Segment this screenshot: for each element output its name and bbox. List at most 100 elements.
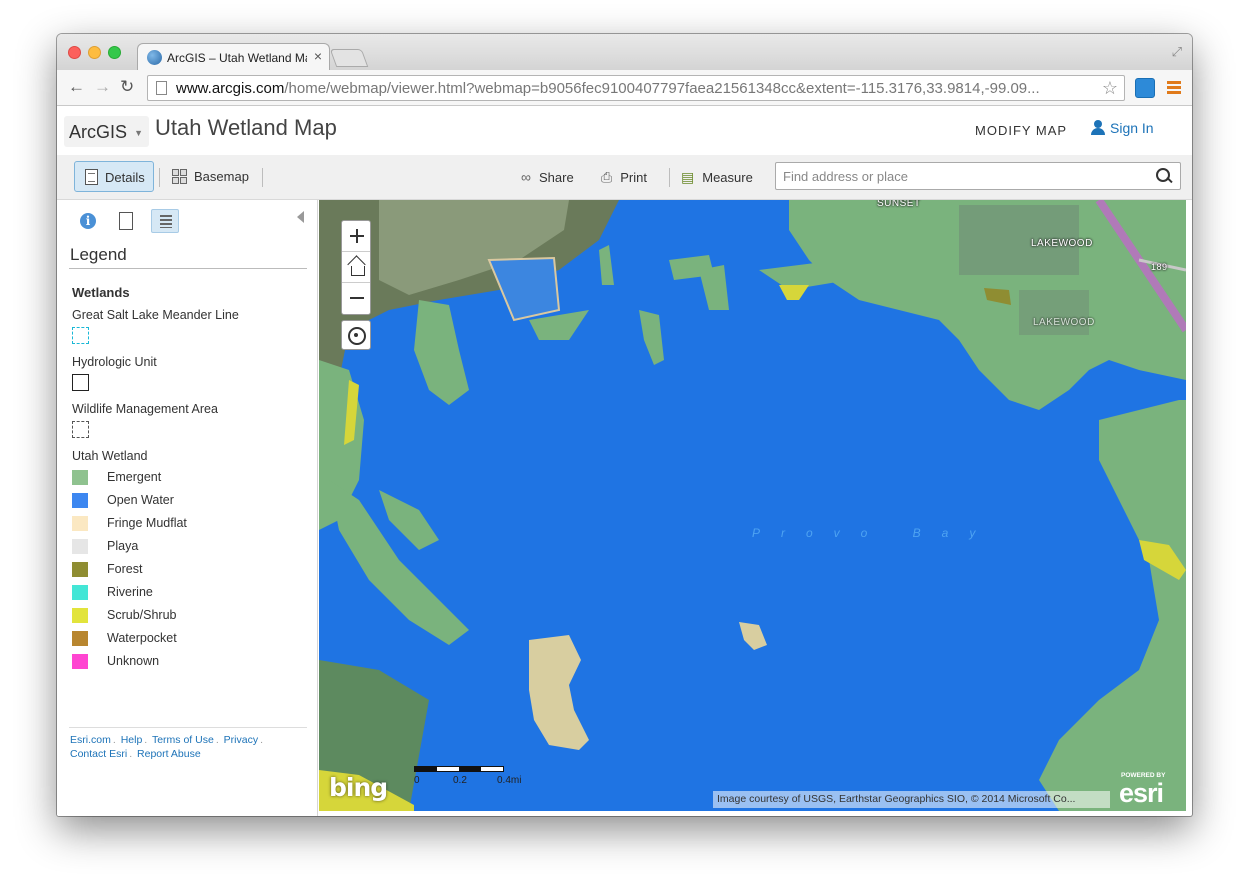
- esri-com-link[interactable]: Esri.com: [70, 734, 111, 746]
- globe-icon: [147, 50, 162, 65]
- privacy-link[interactable]: Privacy: [224, 734, 258, 746]
- zoom-window-button[interactable]: [108, 46, 121, 59]
- meander-label: Great Salt Lake Meander Line: [72, 308, 239, 322]
- divider: [69, 727, 307, 728]
- place-label-lakewood: LAKEWOOD: [1031, 238, 1093, 249]
- wma-symbol: [72, 421, 89, 438]
- unknown-label: Unknown: [107, 654, 160, 668]
- playa-label: Playa: [107, 539, 139, 553]
- footer-links-row-1: Esri.com. Help. Terms of Use. Privacy.: [70, 734, 264, 746]
- url-text: www.arcgis.com/home/webmap/viewer.html?w…: [176, 80, 1040, 97]
- bing-logo: bing: [329, 773, 388, 802]
- measure-button[interactable]: ▤ Measure: [681, 169, 753, 186]
- browser-window: ArcGIS – Utah Wetland Map × ⤢ ← → ↻ www.…: [57, 34, 1192, 816]
- about-tab-info-icon[interactable]: [73, 209, 101, 233]
- forest-swatch: [72, 562, 88, 577]
- scale-label-end: 0.4mi: [497, 775, 522, 786]
- search-icon[interactable]: [1156, 168, 1172, 184]
- modify-map-button[interactable]: MODIFY MAP: [975, 123, 1067, 138]
- legend-tab-icon[interactable]: [151, 209, 179, 233]
- map-attribution: Image courtesy of USGS, Earthstar Geogra…: [713, 791, 1110, 808]
- provo-bay-label: Provo Bay: [752, 526, 997, 540]
- user-icon: [1091, 120, 1105, 135]
- zoom-control: [341, 220, 371, 315]
- forest-label: Forest: [107, 562, 143, 576]
- unknown-swatch: [72, 654, 88, 669]
- search-box: [775, 162, 1181, 190]
- waterpocket-swatch: [72, 631, 88, 646]
- basemap-button[interactable]: Basemap: [172, 169, 249, 184]
- map-title: Utah Wetland Map: [155, 115, 337, 140]
- back-arrow-icon[interactable]: ←: [68, 77, 85, 97]
- sign-in-link[interactable]: Sign In: [1091, 120, 1154, 136]
- link-icon: ∞: [521, 169, 531, 185]
- caret-down-icon: ▼: [134, 128, 144, 138]
- share-button[interactable]: ∞ Share: [521, 169, 574, 185]
- forward-arrow-icon[interactable]: →: [94, 77, 111, 97]
- fullscreen-icon[interactable]: ⤢: [1172, 44, 1182, 60]
- zoom-out-button[interactable]: [342, 283, 370, 314]
- route-shield-label: 189: [1151, 262, 1168, 272]
- fringe-mudflat-label: Fringe Mudflat: [107, 516, 187, 530]
- fringe-mudflat-swatch: [72, 516, 88, 531]
- document-icon: [85, 169, 98, 185]
- scrub-shrub-label: Scrub/Shrub: [107, 608, 177, 622]
- open-water-label: Open Water: [107, 493, 174, 507]
- scrub-shrub-swatch: [72, 608, 88, 623]
- ruler-icon: ▤: [681, 169, 695, 185]
- extension-icon[interactable]: [1135, 78, 1155, 98]
- browser-tab[interactable]: ArcGIS – Utah Wetland Map ×: [137, 43, 330, 70]
- scale-bar: [414, 766, 504, 772]
- details-button[interactable]: Details: [74, 161, 154, 192]
- details-panel: Legend Wetlands Great Salt Lake Meander …: [57, 200, 326, 816]
- terms-link[interactable]: Terms of Use: [152, 734, 214, 746]
- divider: [69, 268, 307, 269]
- locate-button[interactable]: [341, 320, 371, 350]
- footer-links-row-2: Contact Esri. Report Abuse: [70, 748, 201, 760]
- minimize-window-button[interactable]: [88, 46, 101, 59]
- help-link[interactable]: Help: [121, 734, 143, 746]
- browser-toolbar: ← → ↻ www.arcgis.com/home/webmap/viewer.…: [57, 70, 1192, 106]
- huc-label: Hydrologic Unit: [72, 355, 157, 369]
- divider: [159, 168, 160, 187]
- address-bar[interactable]: www.arcgis.com/home/webmap/viewer.html?w…: [147, 75, 1125, 101]
- browser-menu-icon[interactable]: [1167, 81, 1181, 96]
- riverine-swatch: [72, 585, 88, 600]
- home-button[interactable]: [342, 252, 370, 283]
- map-view[interactable]: SUNSET LAKEWOOD LAKEWOOD 189 Provo Bay b…: [319, 200, 1186, 811]
- basemap-grid-icon: [172, 169, 188, 185]
- playa-swatch: [72, 539, 88, 554]
- open-water-swatch: [72, 493, 88, 508]
- reload-icon[interactable]: ↻: [120, 77, 134, 97]
- app-header: ArcGIS ▼ Utah Wetland Map MODIFY MAP Sign…: [57, 107, 1192, 155]
- tab-close-icon[interactable]: ×: [314, 48, 322, 64]
- map-canvas: [319, 200, 1186, 811]
- huc-symbol: [72, 374, 89, 391]
- wetland-title: Utah Wetland: [72, 449, 148, 463]
- new-tab-button[interactable]: [329, 49, 369, 67]
- printer-icon: ⎙: [601, 169, 613, 185]
- arcgis-menu-button[interactable]: ArcGIS ▼: [64, 116, 150, 147]
- waterpocket-label: Waterpocket: [107, 631, 177, 645]
- screen: ArcGIS – Utah Wetland Map × ⤢ ← → ↻ www.…: [0, 0, 1249, 895]
- legend-title: Legend: [70, 245, 127, 264]
- zoom-in-button[interactable]: [342, 221, 370, 252]
- divider: [262, 168, 263, 187]
- scale-label-0: 0: [414, 775, 420, 786]
- esri-logo: esri: [1119, 778, 1164, 808]
- tab-title: ArcGIS – Utah Wetland Map: [167, 51, 307, 65]
- content-tab-icon[interactable]: [111, 209, 139, 233]
- place-label-sunset: SUNSET: [877, 200, 921, 209]
- wma-label: Wildlife Management Area: [72, 402, 218, 416]
- contact-esri-link[interactable]: Contact Esri: [70, 748, 127, 760]
- place-label-lakewood-2: LAKEWOOD: [1033, 317, 1095, 328]
- print-button[interactable]: ⎙ Print: [601, 169, 647, 186]
- bookmark-star-icon[interactable]: ☆: [1102, 78, 1118, 99]
- page-icon: [156, 81, 167, 95]
- riverine-label: Riverine: [107, 585, 153, 599]
- report-abuse-link[interactable]: Report Abuse: [137, 748, 201, 760]
- close-window-button[interactable]: [68, 46, 81, 59]
- collapse-panel-icon[interactable]: [297, 211, 304, 223]
- search-input[interactable]: [783, 168, 1143, 185]
- emergent-label: Emergent: [107, 470, 162, 484]
